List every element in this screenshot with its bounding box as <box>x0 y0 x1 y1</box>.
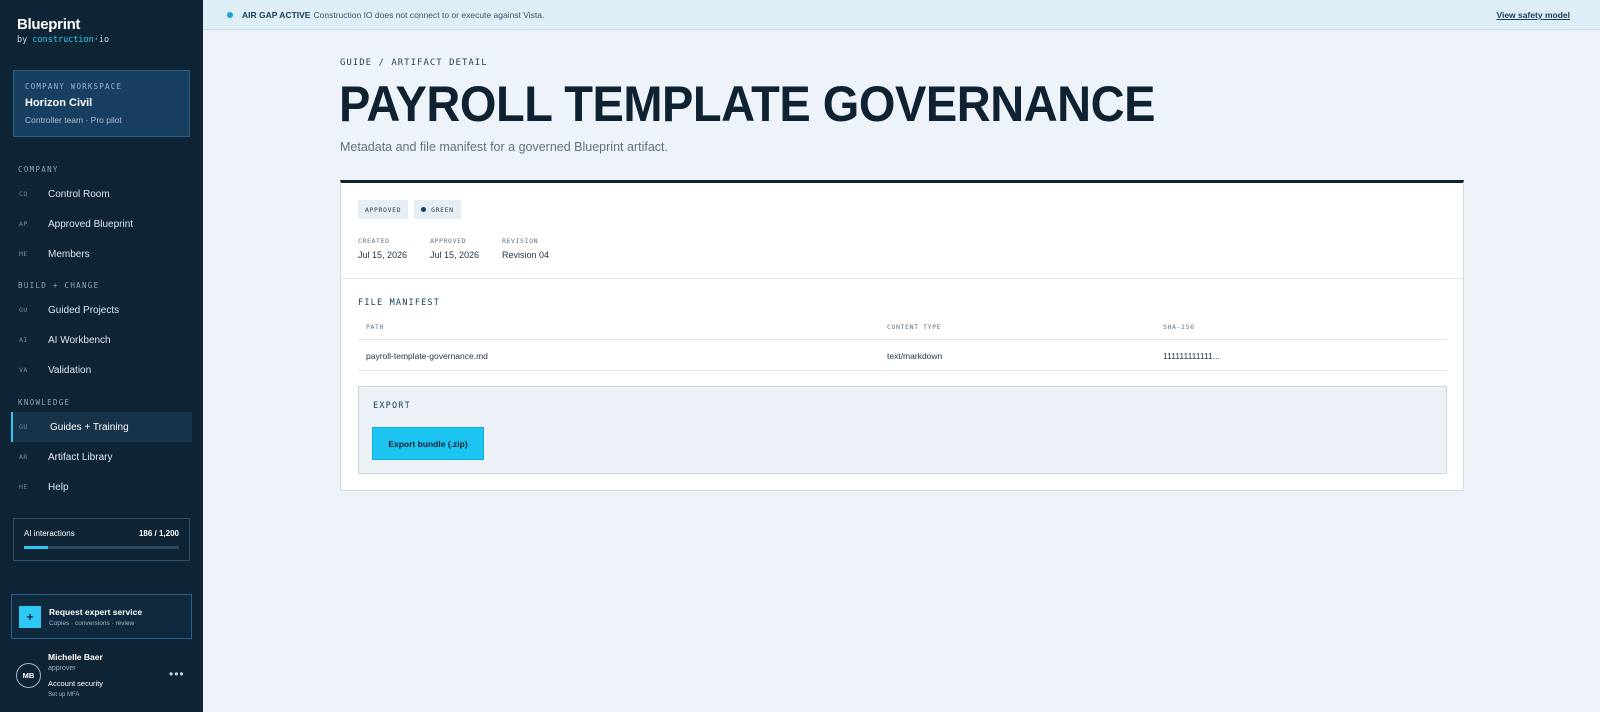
sidebar-item-label: Guides + Training <box>50 421 129 433</box>
file-manifest-title: FILE MANIFEST <box>358 298 441 308</box>
view-safety-model-link[interactable]: View safety model <box>1496 10 1570 20</box>
artifact-library-icon: AR <box>19 453 28 461</box>
brand-name: Blueprint <box>17 16 81 33</box>
air-gap-banner: AIR GAP ACTIVE Construction IO does not c… <box>203 0 1600 30</box>
file-path: payroll-template-governance.md <box>366 351 488 361</box>
banner-status: AIR GAP ACTIVE <box>242 10 311 20</box>
usage-label: AI interactions <box>24 529 75 538</box>
guided-projects-icon: GU <box>19 306 28 314</box>
sidebar: Blueprint by construction·io COMPANY WOR… <box>0 0 203 712</box>
meta-created: CREATED Jul 15, 2026 <box>358 237 407 260</box>
sidebar-item-label: Validation <box>48 364 92 376</box>
sidebar-item-control-room[interactable]: CO Control Room <box>11 179 192 209</box>
meta-label: APPROVED <box>430 237 467 245</box>
health-badge-label: GREEN <box>431 205 454 214</box>
sidebar-item-approved-blueprint[interactable]: AP Approved Blueprint <box>11 209 192 239</box>
avatar[interactable]: MB <box>16 663 41 688</box>
page-subtitle: Metadata and file manifest for a governe… <box>340 140 668 154</box>
table-header-row: PATH CONTENT TYPE SHA-256 <box>358 316 1447 340</box>
file-sha256: 111111111111... <box>1163 351 1220 361</box>
meta-label: REVISION <box>502 237 539 245</box>
divider <box>341 278 1463 279</box>
setup-mfa-link[interactable]: Set up MFA <box>48 692 79 698</box>
meta-revision: REVISION Revision 04 <box>502 237 549 260</box>
sidebar-item-label: Help <box>48 481 69 493</box>
export-title: EXPORT <box>373 401 411 411</box>
account-security-link[interactable]: Account security <box>48 679 103 688</box>
request-subtitle: Copies · conversions · review <box>49 619 135 627</box>
brand-by-prefix: by <box>17 35 33 45</box>
health-dot-icon <box>421 207 427 212</box>
brand-byline: by construction·io <box>17 35 109 45</box>
help-icon: HE <box>19 483 28 491</box>
sidebar-item-guided-projects[interactable]: GU Guided Projects <box>11 295 192 325</box>
sidebar-item-artifact-library[interactable]: AR Artifact Library <box>11 442 192 472</box>
user-role: approver <box>48 665 76 672</box>
banner-message: AIR GAP ACTIVE Construction IO does not c… <box>242 10 544 20</box>
brand-by-suffix: ·io <box>93 35 110 45</box>
ai-usage-meter: AI interactions 186 / 1,200 <box>13 518 190 561</box>
ai-workbench-icon: AI <box>19 336 28 344</box>
approved-blueprint-icon: AP <box>19 220 28 228</box>
sidebar-item-ai-workbench[interactable]: AI AI Workbench <box>11 325 192 355</box>
user-profile: MB Michelle Baer approver Account securi… <box>16 650 191 705</box>
meta-value: Revision 04 <box>502 250 550 260</box>
section-label-company: COMPANY <box>18 165 59 174</box>
column-header-content-type: CONTENT TYPE <box>887 323 942 331</box>
file-content-type: text/markdown <box>887 351 943 361</box>
sidebar-item-label: Approved Blueprint <box>48 218 134 230</box>
usage-count: 186 / 1,200 <box>138 529 179 538</box>
meta-label: CREATED <box>358 237 390 245</box>
validation-icon: VA <box>19 366 28 374</box>
meta-value: Jul 15, 2026 <box>430 250 480 260</box>
members-icon: ME <box>19 250 28 258</box>
column-header-path: PATH <box>366 323 385 331</box>
sidebar-item-guides-training[interactable]: GU Guides + Training <box>11 412 192 442</box>
control-room-icon: CO <box>19 190 28 198</box>
brand-by-accent: construction <box>32 35 94 45</box>
breadcrumb: GUIDE / ARTIFACT DETAIL <box>340 58 488 68</box>
plus-icon: + <box>19 605 41 628</box>
sidebar-item-validation[interactable]: VA Validation <box>11 355 192 385</box>
more-options-icon[interactable]: ••• <box>169 667 185 681</box>
section-label-build-change: BUILD + CHANGE <box>18 281 100 290</box>
sidebar-item-label: Guided Projects <box>48 304 120 316</box>
sidebar-item-label: Members <box>48 248 90 260</box>
sidebar-item-label: Control Room <box>48 188 110 200</box>
banner-text: Construction IO does not connect to or e… <box>313 10 545 20</box>
sidebar-item-label: AI Workbench <box>48 334 111 346</box>
table-row: payroll-template-governance.md text/mark… <box>358 340 1447 371</box>
section-label-knowledge: KNOWLEDGE <box>18 398 71 407</box>
sidebar-item-help[interactable]: HE Help <box>11 472 192 502</box>
guides-training-icon: GU <box>19 423 28 431</box>
status-badge: APPROVED <box>358 200 409 219</box>
status-dot-icon <box>227 12 233 18</box>
export-bundle-button[interactable]: Export bundle (.zip) <box>372 427 484 460</box>
health-badge: GREEN <box>414 200 461 219</box>
workspace-name: Horizon Civil <box>25 97 93 109</box>
brand-logo[interactable]: Blueprint by construction·io <box>17 16 109 45</box>
sidebar-item-label: Artifact Library <box>48 451 113 463</box>
artifact-detail-card: APPROVED GREEN CREATED Jul 15, 2026 APPR… <box>340 180 1464 491</box>
meta-approved: APPROVED Jul 15, 2026 <box>430 237 479 260</box>
request-expert-service-button[interactable]: + Request expert service Copies · conver… <box>11 594 192 639</box>
meta-value: Jul 15, 2026 <box>358 250 408 260</box>
user-name: Michelle Baer <box>48 652 103 662</box>
workspace-switcher[interactable]: COMPANY WORKSPACE Horizon Civil Controll… <box>13 70 190 137</box>
workspace-sub: Controller team · Pro pilot <box>25 115 122 125</box>
usage-progress-fill <box>24 546 49 549</box>
page-title: PAYROLL TEMPLATE GOVERNANCE <box>339 76 1155 132</box>
request-title: Request expert service <box>49 606 143 617</box>
file-manifest-table: PATH CONTENT TYPE SHA-256 payroll-templa… <box>358 316 1447 371</box>
workspace-label: COMPANY WORKSPACE <box>25 82 123 91</box>
column-header-sha256: SHA-256 <box>1163 323 1195 331</box>
sidebar-item-members[interactable]: ME Members <box>11 239 192 269</box>
export-panel: EXPORT Export bundle (.zip) <box>358 386 1447 474</box>
usage-progress-bar <box>24 546 179 549</box>
